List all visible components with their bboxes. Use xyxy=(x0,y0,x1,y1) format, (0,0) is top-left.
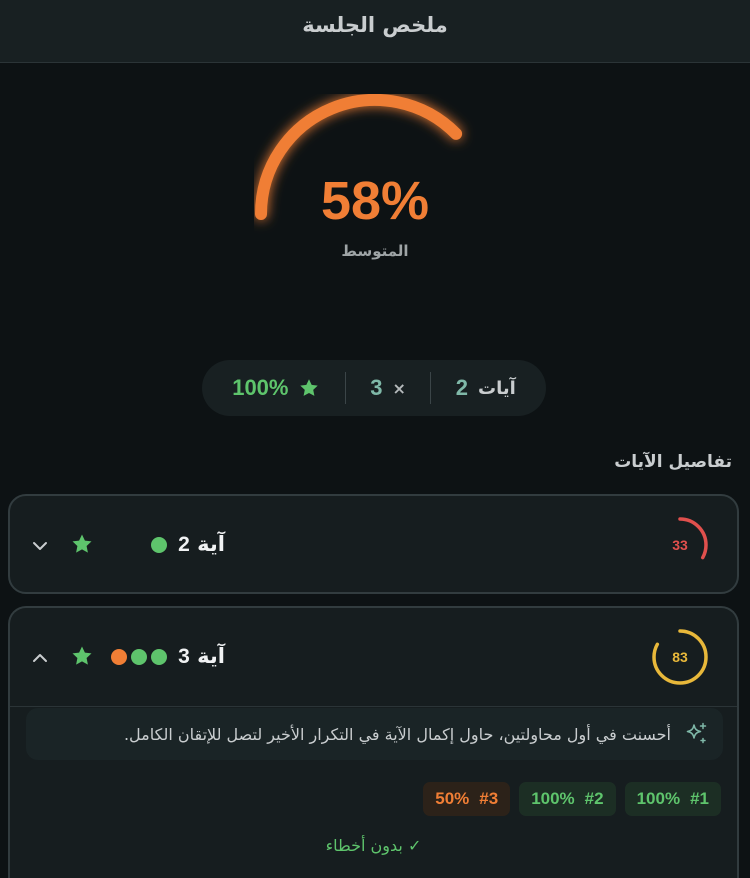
stat-mastery: 100% xyxy=(232,375,320,401)
aya-card-3[interactable]: 83 آية 3 أحسنت في أول محاولتين، حاول إكم… xyxy=(8,606,739,878)
stat-repetitions: × 3 xyxy=(370,375,406,401)
attempt-score-value: 50% xyxy=(435,789,470,808)
stat-repetitions-value: 3 xyxy=(370,375,383,400)
aya-title: آية 2 xyxy=(178,532,225,557)
average-label: المتوسط xyxy=(341,242,409,260)
attempt-number: #3 xyxy=(479,789,499,808)
attempt-dot xyxy=(151,649,167,665)
attempt-number: #1 xyxy=(690,789,709,808)
attempt-score-value: 100% xyxy=(636,789,681,808)
attempt-dot xyxy=(111,649,127,665)
aya-number: 2 xyxy=(178,533,190,556)
score-value: 83 xyxy=(672,649,688,665)
attempt-score-tag: 50% #3 xyxy=(423,782,511,816)
attempt-dot xyxy=(151,537,167,553)
score-ring: 83 xyxy=(649,626,711,688)
stat-ayat-value: 2 xyxy=(455,375,469,400)
multiply-icon: × xyxy=(392,378,406,398)
star-icon xyxy=(72,534,92,553)
star-icon xyxy=(300,379,319,396)
score-ring: 33 xyxy=(649,514,711,576)
stat-divider xyxy=(430,372,432,404)
attempt-dots xyxy=(151,537,167,553)
star-icon xyxy=(72,646,92,665)
page-title: ملخص الجلسة xyxy=(302,13,448,37)
sparkle-icon xyxy=(686,722,707,744)
aya-label: آية xyxy=(197,532,225,556)
stat-divider xyxy=(344,372,346,404)
aya-card-header[interactable]: 83 آية 3 xyxy=(10,608,737,706)
aya-card-header[interactable]: 33 آية 2 xyxy=(10,496,737,594)
average-gauge: 58% المتوسط xyxy=(254,94,496,294)
attempt-score-value: 100% xyxy=(531,789,575,808)
feedback-text: أحسنت في أول محاولتين، حاول إكمال الآية … xyxy=(123,724,671,744)
stat-mastery-value: 100% xyxy=(232,375,289,400)
score-value: 33 xyxy=(672,537,688,553)
aya-card-2[interactable]: 33 آية 2 xyxy=(8,494,739,594)
aya-label: آية xyxy=(197,644,225,668)
session-stats: آيات 2 × 3 100% xyxy=(202,360,546,416)
chevron-up-icon[interactable] xyxy=(30,648,50,668)
attempt-number: #2 xyxy=(584,789,604,808)
attempt-scores: 100% #1 100% #2 50% #3 xyxy=(423,782,721,816)
aya-title: آية 3 xyxy=(178,644,225,669)
average-value: 58% xyxy=(320,171,430,231)
chevron-down-icon[interactable] xyxy=(30,536,50,556)
aya-number: 3 xyxy=(178,645,190,668)
attempt-dot xyxy=(131,649,147,665)
header: ملخص الجلسة xyxy=(0,0,750,63)
divider xyxy=(10,706,737,707)
attempt-score-tag: 100% #2 xyxy=(519,782,616,816)
attempt-dots xyxy=(111,649,167,665)
stat-ayat-label: آيات xyxy=(478,377,516,399)
stat-ayat: آيات 2 xyxy=(456,375,516,401)
details-title: تفاصيل الآيات xyxy=(614,452,732,472)
attempt-score-tag: 100% #1 xyxy=(624,782,721,816)
feedback-tip: أحسنت في أول محاولتين، حاول إكمال الآية … xyxy=(26,708,723,760)
status-message: ✓ بدون أخطاء xyxy=(325,836,422,855)
